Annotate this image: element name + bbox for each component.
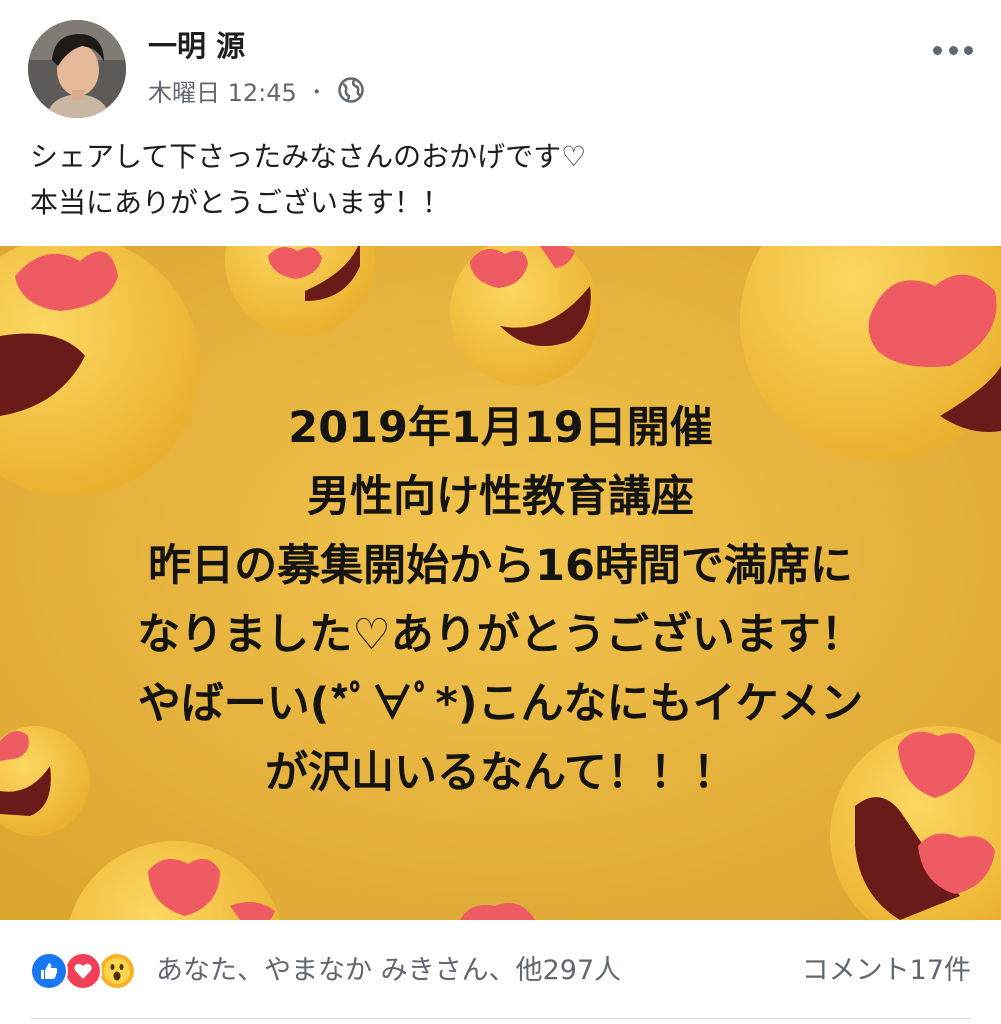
- comment-count[interactable]: コメント17件: [802, 950, 971, 992]
- image-text-line: 2019年1月19日開催: [288, 403, 713, 453]
- love-icon[interactable]: [64, 952, 102, 990]
- globe-icon[interactable]: [337, 76, 365, 104]
- like-icon[interactable]: [30, 952, 68, 990]
- image-text-line: が沢山いるなんて！！！: [265, 748, 736, 798]
- reaction-icons[interactable]: [30, 952, 148, 990]
- reaction-summary[interactable]: あなた、やまなか みきさん、他297人: [156, 950, 621, 992]
- meta-separator: ・: [306, 79, 327, 104]
- post-timestamp[interactable]: 木曜日 12:45: [148, 73, 297, 108]
- image-text-line: やばーい(*ﾟ∀ﾟ*)こんなにもイケメン: [137, 679, 864, 729]
- author-name[interactable]: 一明 源: [148, 26, 245, 66]
- author-avatar[interactable]: [28, 20, 126, 118]
- post-text-line: シェアして下さったみなさんのおかげです♡: [30, 140, 587, 173]
- avatar-photo: [28, 20, 126, 118]
- post-text-line: 本当にありがとうございます！！: [30, 186, 451, 219]
- wow-icon[interactable]: [98, 952, 136, 990]
- post-meta: 木曜日 12:45 ・: [148, 72, 365, 108]
- image-caption: 2019年1月19日開催 男性向け性教育講座 昨日の募集開始から16時間で満席に…: [0, 394, 1001, 808]
- divider: [30, 1018, 971, 1019]
- more-options-icon[interactable]: [933, 40, 973, 60]
- reactions-bar: あなた、やまなか みきさん、他297人 コメント17件: [0, 920, 1001, 1024]
- post-text: シェアして下さったみなさんのおかげです♡ 本当にありがとうございます！！: [30, 134, 970, 226]
- image-text-line: 男性向け性教育講座: [307, 472, 694, 522]
- image-text-line: なりました♡ありがとうございます！: [137, 610, 864, 660]
- post-image[interactable]: 2019年1月19日開催 男性向け性教育講座 昨日の募集開始から16時間で満席に…: [0, 246, 1001, 920]
- image-text-line: 昨日の募集開始から16時間で満席に: [148, 541, 853, 591]
- post-card: 一明 源 木曜日 12:45 ・ シェアして下さったみなさんのおかげです♡ 本当…: [0, 0, 1001, 1024]
